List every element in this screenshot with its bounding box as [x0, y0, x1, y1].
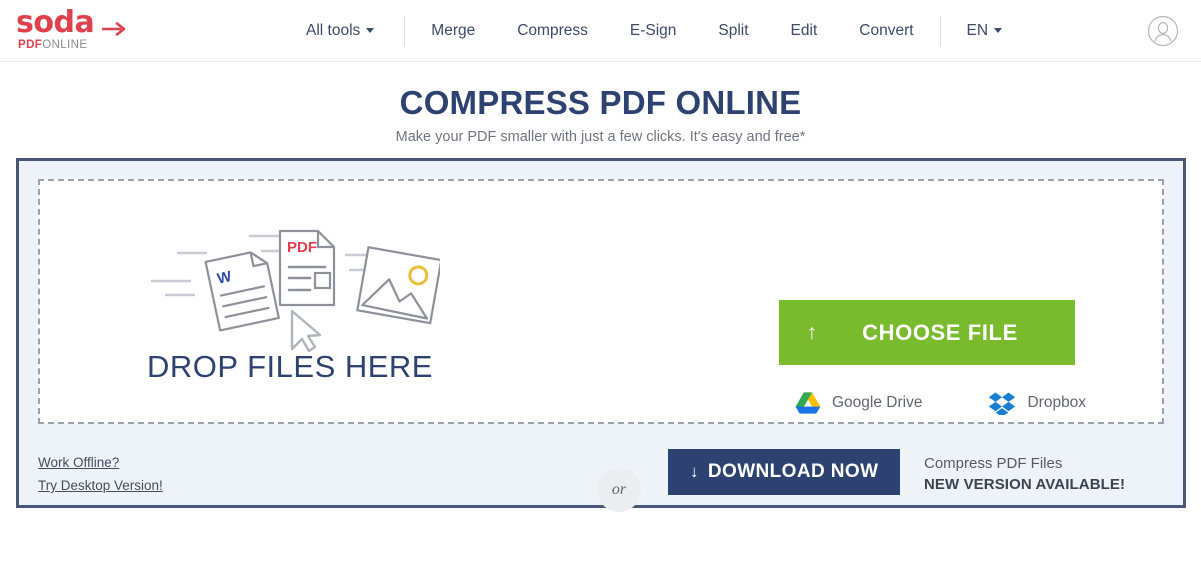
- chevron-down-icon: [994, 28, 1003, 33]
- nav-item-esign[interactable]: E-Sign: [620, 0, 687, 61]
- version-note-line1: Compress PDF Files: [924, 455, 1063, 472]
- dropbox-icon: [989, 392, 1016, 415]
- page-title: COMPRESS PDF ONLINE: [399, 84, 802, 121]
- upload-arrow-icon: ↑: [806, 321, 818, 344]
- language-label: EN: [966, 21, 989, 39]
- download-now-label: DOWNLOAD NOW: [707, 461, 879, 482]
- logo-sub-pdf: PDF: [18, 39, 43, 51]
- nav-item-convert[interactable]: Convert: [849, 0, 923, 61]
- dropbox-option[interactable]: Dropbox: [988, 391, 1086, 415]
- soda-pdf-logo[interactable]: soda PDFONLINE: [16, 8, 146, 54]
- user-avatar-icon[interactable]: [1147, 15, 1179, 47]
- or-separator-badge: or: [597, 468, 641, 512]
- choose-file-button[interactable]: ↑ CHOOSE FILE: [779, 300, 1075, 365]
- google-drive-label: Google Drive: [832, 394, 923, 411]
- nav-item-compress[interactable]: Compress: [507, 0, 598, 61]
- page-subtitle: Make your PDF smaller with just a few cl…: [395, 129, 806, 145]
- nav-item-all-tools[interactable]: All tools: [296, 0, 384, 61]
- chevron-down-icon: [366, 28, 375, 33]
- right-arrow-icon: [102, 22, 126, 36]
- drop-files-here-text: DROP FILES HERE: [146, 349, 433, 384]
- version-note: Compress PDF Files NEW VERSION AVAILABLE…: [924, 453, 1125, 495]
- main-navigation: All tools Merge Compress E-Sign Split Ed…: [296, 0, 1012, 61]
- logo-sub-online: ONLINE: [42, 39, 88, 51]
- nav-label-all-tools: All tools: [306, 21, 361, 39]
- motion-lines-left: [150, 251, 208, 297]
- google-drive-option[interactable]: Google Drive: [795, 391, 922, 415]
- nav-item-merge[interactable]: Merge: [421, 0, 485, 61]
- upload-panel: W PDF DROP FILES HERE or ↑ CHOOSE FILE G…: [16, 158, 1186, 512]
- try-desktop-version-link[interactable]: Try Desktop Version!: [38, 476, 163, 496]
- download-now-button[interactable]: ↓ DOWNLOAD NOW: [668, 449, 901, 495]
- google-drive-icon: [795, 392, 821, 414]
- word-document-icon: W: [204, 251, 280, 332]
- drop-files-illustration: W PDF: [150, 229, 440, 353]
- choose-file-label: CHOOSE FILE: [862, 319, 1018, 345]
- offline-links-group: Work Offline? Try Desktop Version!: [38, 453, 163, 496]
- cursor-arrow-icon: [290, 309, 322, 353]
- work-offline-link[interactable]: Work Offline?: [38, 453, 163, 473]
- nav-divider-left: [404, 15, 406, 46]
- dropbox-label: Dropbox: [1027, 394, 1087, 411]
- nav-divider-right: [939, 15, 941, 46]
- hero-section: COMPRESS PDF ONLINE Make your PDF smalle…: [0, 62, 1201, 147]
- version-note-line2: NEW VERSION AVAILABLE!: [924, 476, 1126, 493]
- image-file-icon: [356, 245, 440, 325]
- file-dropzone[interactable]: W PDF DROP FILES HERE or ↑ CHOOSE FILE G…: [38, 179, 1164, 512]
- cloud-storage-options: Google Drive Dropbox: [795, 391, 1086, 415]
- logo-subtitle: PDFONLINE: [18, 38, 87, 52]
- download-arrow-icon: ↓: [690, 462, 699, 481]
- nav-item-edit[interactable]: Edit: [781, 0, 828, 61]
- nav-item-split[interactable]: Split: [708, 0, 758, 61]
- svg-text:PDF: PDF: [287, 239, 317, 256]
- site-header: soda PDFONLINE All tools Merge Compress …: [0, 0, 1201, 62]
- pdf-document-icon: PDF: [278, 229, 336, 307]
- language-selector[interactable]: EN: [957, 0, 1013, 61]
